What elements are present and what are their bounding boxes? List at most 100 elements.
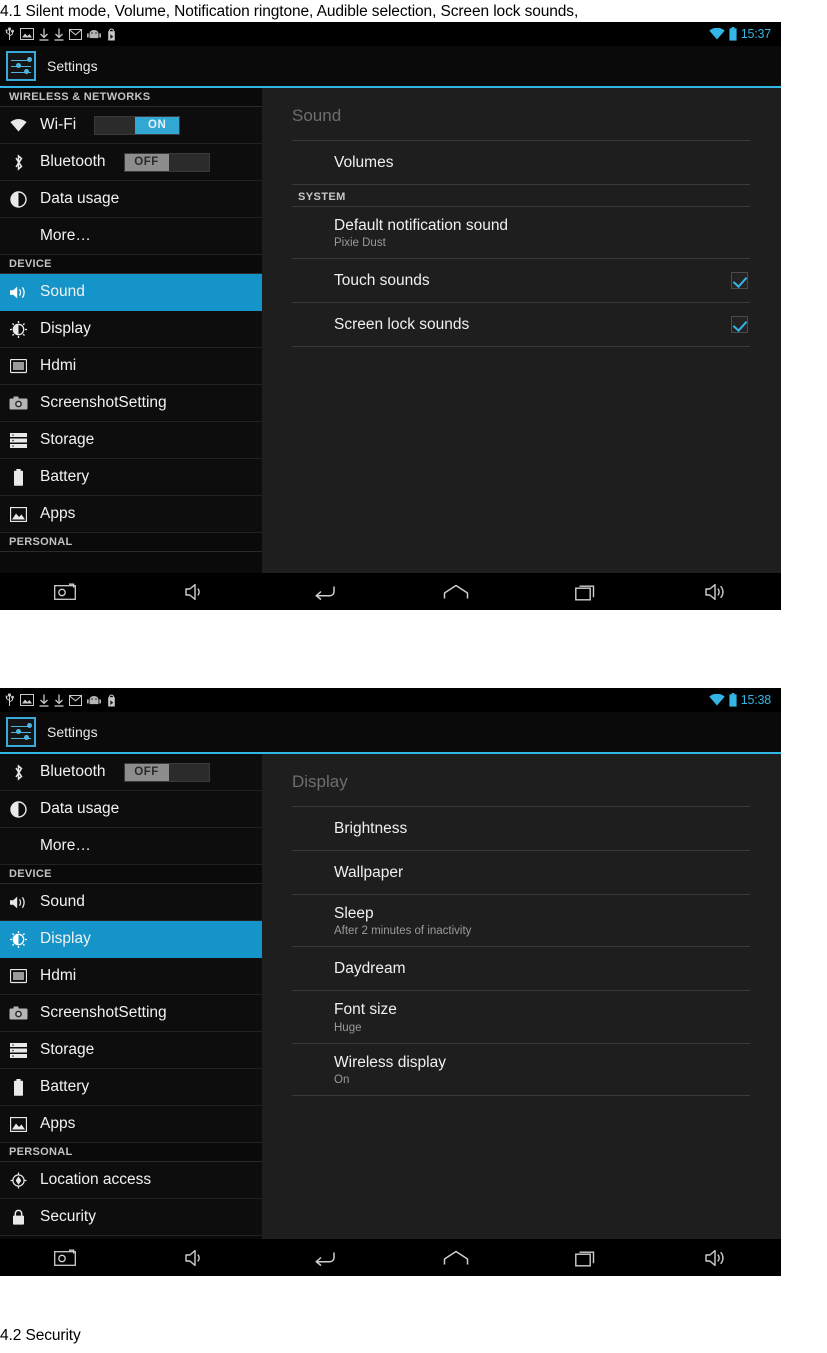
sidebar-item-hdmi[interactable]: Hdmi <box>0 958 262 995</box>
app-title: Settings <box>47 58 98 74</box>
pref-font-size[interactable]: Font size Huge <box>292 990 750 1042</box>
figure-caption-top: 4.1 Silent mode, Volume, Notification ri… <box>0 3 579 20</box>
sidebar-item-label: Sound <box>40 893 85 910</box>
email-icon <box>69 28 82 40</box>
pref-default-notification-sound[interactable]: Default notification sound Pixie Dust <box>292 206 750 258</box>
figure-caption-bottom: 4.2 Security <box>0 1327 81 1344</box>
download-icon <box>54 694 64 707</box>
sidebar-item-battery[interactable]: Battery <box>0 459 262 496</box>
toggle-thumb-label: OFF <box>124 153 169 171</box>
wifi-icon <box>9 116 28 135</box>
sidebar-item-label: Sound <box>40 283 85 300</box>
settings-sidebar[interactable]: WIRELESS & NETWORKS Wi-Fi ON Bluetooth O… <box>0 88 262 573</box>
pref-screen-lock-sounds[interactable]: Screen lock sounds <box>292 302 750 346</box>
usb-icon <box>5 27 14 40</box>
volume-up-icon[interactable] <box>651 1239 781 1276</box>
sidebar-item-apps[interactable]: Apps <box>0 496 262 533</box>
pref-title: Wallpaper <box>334 863 404 881</box>
volume-up-icon[interactable] <box>651 573 781 610</box>
bluetooth-icon <box>9 763 28 782</box>
battery-icon <box>729 693 737 707</box>
recents-icon[interactable] <box>521 573 651 610</box>
sidebar-item-sound[interactable]: Sound <box>0 274 262 311</box>
back-icon[interactable] <box>260 1239 390 1276</box>
sidebar-item-security[interactable]: Security <box>0 1199 262 1236</box>
sidebar-item-label: Wi-Fi <box>40 116 77 133</box>
volume-down-icon[interactable] <box>130 1239 260 1276</box>
navigation-bar[interactable] <box>0 573 781 610</box>
sidebar-item-label: Bluetooth <box>40 153 106 170</box>
battery-icon <box>729 27 737 41</box>
sidebar-item-screenshotsetting[interactable]: ScreenshotSetting <box>0 995 262 1032</box>
recents-icon[interactable] <box>521 1239 651 1276</box>
sidebar-item-location-access[interactable]: Location access <box>0 1162 262 1199</box>
usb-icon <box>5 693 14 706</box>
pref-brightness[interactable]: Brightness <box>292 806 750 850</box>
screenshot-capture-icon[interactable] <box>0 573 130 610</box>
sidebar-item-label: Data usage <box>40 190 120 207</box>
screen-body: Bluetooth OFF Data usage More… DEVICE So… <box>0 754 781 1239</box>
sidebar-item-bluetooth[interactable]: Bluetooth OFF <box>0 754 262 791</box>
sidebar-item-bluetooth[interactable]: Bluetooth OFF <box>0 144 262 181</box>
location-icon <box>9 1171 28 1190</box>
sidebar-item-apps[interactable]: Apps <box>0 1106 262 1143</box>
sidebar-item-battery[interactable]: Battery <box>0 1069 262 1106</box>
pref-title: Daydream <box>334 960 406 978</box>
sound-icon <box>9 283 28 302</box>
pref-volumes[interactable]: Volumes <box>292 140 750 184</box>
pref-daydream[interactable]: Daydream <box>292 946 750 990</box>
pref-title: Wireless display <box>334 1053 446 1071</box>
screen-lock-sounds-checkbox[interactable] <box>731 316 748 334</box>
download-icon <box>39 28 49 41</box>
back-icon[interactable] <box>260 573 390 610</box>
volume-down-icon[interactable] <box>130 573 260 610</box>
sidebar-item-data-usage[interactable]: Data usage <box>0 791 262 828</box>
sidebar-item-hdmi[interactable]: Hdmi <box>0 348 262 385</box>
sidebar-item-storage[interactable]: Storage <box>0 422 262 459</box>
pref-title: Volumes <box>334 153 394 171</box>
sidebar-item-display[interactable]: Display <box>0 921 262 958</box>
pref-subtitle: Pixie Dust <box>334 237 386 250</box>
download-icon <box>54 28 64 41</box>
pref-list-bottom-divider <box>292 346 750 348</box>
sidebar-group-header-personal: PERSONAL <box>0 533 262 552</box>
wifi-icon <box>709 694 725 706</box>
wifi-toggle-switch[interactable]: ON <box>94 115 181 135</box>
toggle-thumb-label: OFF <box>124 763 169 781</box>
status-bar-system-icons: 15:37 <box>709 27 775 41</box>
pref-sleep[interactable]: Sleep After 2 minutes of inactivity <box>292 894 750 946</box>
settings-sidebar[interactable]: Bluetooth OFF Data usage More… DEVICE So… <box>0 754 262 1239</box>
bluetooth-toggle-switch[interactable]: OFF <box>123 762 210 782</box>
pref-wireless-display[interactable]: Wireless display On <box>292 1042 750 1095</box>
screenshot-capture-icon[interactable] <box>0 1239 130 1276</box>
sidebar-item-label: ScreenshotSetting <box>40 1004 167 1021</box>
battery-icon <box>9 468 28 487</box>
sidebar-item-more[interactable]: More… <box>0 828 262 865</box>
sidebar-item-display[interactable]: Display <box>0 311 262 348</box>
pref-touch-sounds[interactable]: Touch sounds <box>292 258 750 302</box>
sidebar-item-screenshotsetting[interactable]: ScreenshotSetting <box>0 385 262 422</box>
bluetooth-toggle-switch[interactable]: OFF <box>123 152 210 172</box>
sidebar-item-more[interactable]: More… <box>0 218 262 255</box>
touch-sounds-checkbox[interactable] <box>731 272 748 290</box>
pref-wallpaper[interactable]: Wallpaper <box>292 850 750 894</box>
display-icon <box>9 930 28 949</box>
bluetooth-icon <box>9 153 28 172</box>
home-icon[interactable] <box>391 1239 521 1276</box>
sidebar-item-sound[interactable]: Sound <box>0 884 262 921</box>
sidebar-item-wi-fi[interactable]: Wi-Fi ON <box>0 107 262 144</box>
status-bar: 15:38 <box>0 688 781 712</box>
sidebar-item-data-usage[interactable]: Data usage <box>0 181 262 218</box>
sidebar-item-storage[interactable]: Storage <box>0 1032 262 1069</box>
sound-icon <box>9 893 28 912</box>
pane-title: Display <box>292 772 348 791</box>
camera-icon <box>9 1004 28 1023</box>
wifi-icon <box>709 28 725 40</box>
pref-section-header-system: SYSTEM <box>292 184 750 206</box>
home-icon[interactable] <box>391 573 521 610</box>
app-title: Settings <box>47 724 98 740</box>
sidebar-item-label: Battery <box>40 1078 90 1095</box>
action-bar: Settings <box>0 46 781 88</box>
data-usage-icon <box>9 190 28 209</box>
navigation-bar[interactable] <box>0 1239 781 1276</box>
